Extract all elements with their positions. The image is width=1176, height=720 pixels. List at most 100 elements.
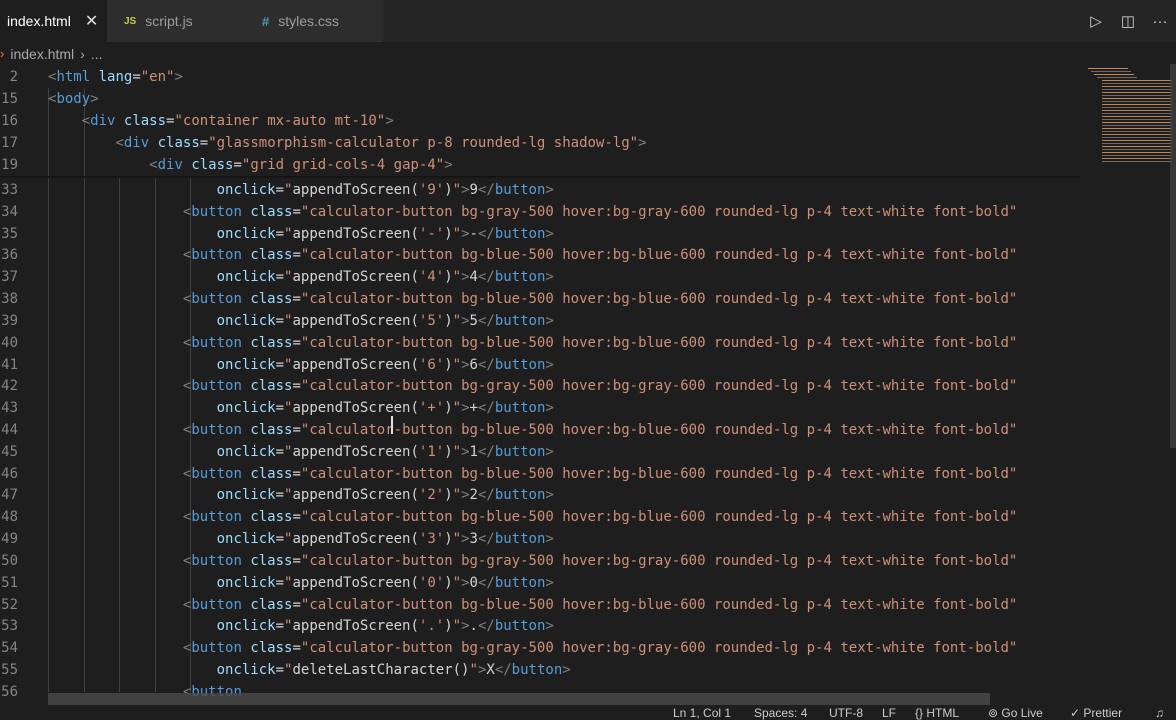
code-line[interactable]: 50 <button class="calculator-button bg-gr… <box>0 550 1080 572</box>
code-line[interactable]: 51 onclick="appendToScreen('0')">0</butto… <box>0 572 1080 594</box>
line-number: 16 <box>1 113 18 129</box>
code-line[interactable]: 45 onclick="appendToScreen('1')">1</butto… <box>0 441 1080 463</box>
line-number: 42 <box>1 378 18 395</box>
code-line[interactable]: 52 <button class="calculator-button bg-bl… <box>0 594 1080 616</box>
code-token: appendToScreen( <box>292 487 419 504</box>
code-text: <button class="calculator-button bg-gray… <box>183 550 1018 572</box>
code-line[interactable]: 55 onclick="deleteLastCharacter()">X</but… <box>0 659 1080 681</box>
tab-styles-css[interactable]: # styles.css <box>245 0 383 42</box>
indentation[interactable]: Spaces: 4 <box>754 706 807 720</box>
tab-index-html[interactable]: index.html ✕ <box>0 0 107 42</box>
breadcrumb-file[interactable]: index.html <box>10 46 74 62</box>
code-token: </ <box>477 225 495 242</box>
code-line[interactable]: 43 onclick="appendToScreen('+')">+</butto… <box>0 397 1080 419</box>
code-line[interactable]: 15 <body> <box>0 88 1080 110</box>
notifications-icon[interactable]: ♫ <box>1155 706 1164 720</box>
code-token: button <box>191 247 242 264</box>
editor-actions: ▷ ◫ ··· <box>1080 0 1176 42</box>
code-line[interactable]: 40 <button class="calculator-button bg-bl… <box>0 332 1080 354</box>
chevron-right-icon: › <box>80 45 85 62</box>
code-line[interactable]: 53 onclick="appendToScreen('.')">.</butto… <box>0 615 1080 637</box>
line-number: 52 <box>1 596 18 613</box>
line-number: 17 <box>1 135 18 151</box>
cursor-position[interactable]: Ln 1, Col 1 <box>673 706 731 720</box>
code-text: onclick="appendToScreen('1')">1</button> <box>217 441 554 463</box>
code-token: button <box>494 574 546 591</box>
code-line[interactable]: 34 <button class="calculator-button bg-gr… <box>0 201 1080 223</box>
minimap[interactable] <box>1082 64 1172 164</box>
tab-script-js[interactable]: JS script.js <box>107 0 245 42</box>
line-number: 53 <box>1 618 18 635</box>
code-token: + <box>469 400 478 417</box>
code-line[interactable]: 19 <div class="grid grid-cols-4 gap-4"> <box>0 154 1080 176</box>
go-live-button[interactable]: ⊚ Go Live <box>988 706 1043 720</box>
code-line[interactable]: 17 <div class="glassmorphism-calculator p… <box>0 132 1080 154</box>
code-text: onclick="appendToScreen('3')">3</button> <box>217 528 554 550</box>
code-text: onclick="appendToScreen('2')">2</button> <box>217 484 554 506</box>
line-ending[interactable]: LF <box>882 706 896 720</box>
code-token: html <box>56 69 91 85</box>
code-token: ) <box>444 225 453 242</box>
code-line[interactable]: 41 onclick="appendToScreen('6')">6</butto… <box>0 354 1080 376</box>
encoding[interactable]: UTF-8 <box>829 706 863 720</box>
more-actions-icon[interactable]: ··· <box>1144 13 1176 30</box>
code-line[interactable]: 47 onclick="appendToScreen('2')">2</butto… <box>0 484 1080 506</box>
code-line[interactable]: 39 onclick="appendToScreen('5')">5</butto… <box>0 310 1080 332</box>
code-token: </ <box>477 443 495 460</box>
minimap-line <box>1102 116 1172 117</box>
split-editor-icon[interactable]: ◫ <box>1112 12 1144 30</box>
minimap-line <box>1102 92 1172 93</box>
code-token: onclick <box>216 531 276 548</box>
code-token: = <box>292 509 301 526</box>
code-token: > <box>545 487 554 504</box>
minimap-line <box>1102 131 1172 132</box>
code-token: "calculator-button bg-blue-500 hover:bg-… <box>300 465 1018 482</box>
horizontal-scrollbar[interactable] <box>48 693 990 705</box>
code-token: ) <box>444 487 453 504</box>
code-token: = <box>275 356 285 373</box>
code-token: appendToScreen( <box>292 356 419 373</box>
code-token: ) <box>444 443 453 460</box>
code-token: X <box>486 662 495 679</box>
code-token: class <box>250 640 293 657</box>
code-text: <button class="calculator-button bg-gray… <box>183 375 1018 397</box>
breadcrumb: › index.html › ... <box>0 42 1176 65</box>
code-line[interactable]: 37 onclick="appendToScreen('4')">4</butto… <box>0 266 1080 288</box>
language-mode[interactable]: {} HTML <box>915 706 959 720</box>
code-token: > <box>385 113 394 129</box>
code-line[interactable]: 48 <button class="calculator-button bg-bl… <box>0 506 1080 528</box>
code-token: div <box>123 135 150 151</box>
vertical-scrollbar[interactable] <box>1170 64 1176 448</box>
code-token: " <box>452 269 462 286</box>
code-token: 6 <box>469 356 478 373</box>
code-text: onclick="appendToScreen('-')">-</button> <box>217 223 554 245</box>
run-icon[interactable]: ▷ <box>1080 12 1112 30</box>
tab-label: index.html <box>7 13 71 29</box>
code-line[interactable]: 42 <button class="calculator-button bg-gr… <box>0 375 1080 397</box>
code-line[interactable]: 33 onclick="appendToScreen('9')">9</butto… <box>0 179 1080 201</box>
code-token: button <box>494 312 546 329</box>
code-token: > <box>174 69 183 85</box>
code-line[interactable]: 46 <button class="calculator-button bg-bl… <box>0 463 1080 485</box>
code-token: button <box>191 334 242 351</box>
code-token: = <box>275 182 285 198</box>
code-token: 5 <box>469 312 478 329</box>
breadcrumb-more[interactable]: ... <box>91 46 103 62</box>
code-token: </ <box>477 269 495 286</box>
code-line[interactable]: 2 <html lang="en"> <box>0 66 1080 88</box>
line-number: 35 <box>1 225 18 242</box>
code-line[interactable]: 44 <button class="calculator-button bg-bl… <box>0 419 1080 441</box>
prettier-status[interactable]: ✓ Prettier <box>1070 706 1122 720</box>
code-line[interactable]: 16 <div class="container mx-auto mt-10"> <box>0 110 1080 132</box>
code-token: div <box>90 113 116 129</box>
code-line[interactable]: 38 <button class="calculator-button bg-bl… <box>0 288 1080 310</box>
code-editor[interactable]: 2 <html lang="en"> 15 <body> 16 <div class="c… <box>0 66 1080 706</box>
code-line[interactable]: 35 onclick="appendToScreen('-')">-</butto… <box>0 223 1080 245</box>
code-line[interactable]: 49 onclick="appendToScreen('3')">3</butto… <box>0 528 1080 550</box>
code-line[interactable]: 54 <button class="calculator-button bg-gr… <box>0 637 1080 659</box>
minimap-line <box>1102 155 1172 156</box>
code-token: = <box>292 291 301 308</box>
code-line[interactable]: 36 <button class="calculator-button bg-bl… <box>0 244 1080 266</box>
close-icon[interactable]: ✕ <box>85 11 98 31</box>
